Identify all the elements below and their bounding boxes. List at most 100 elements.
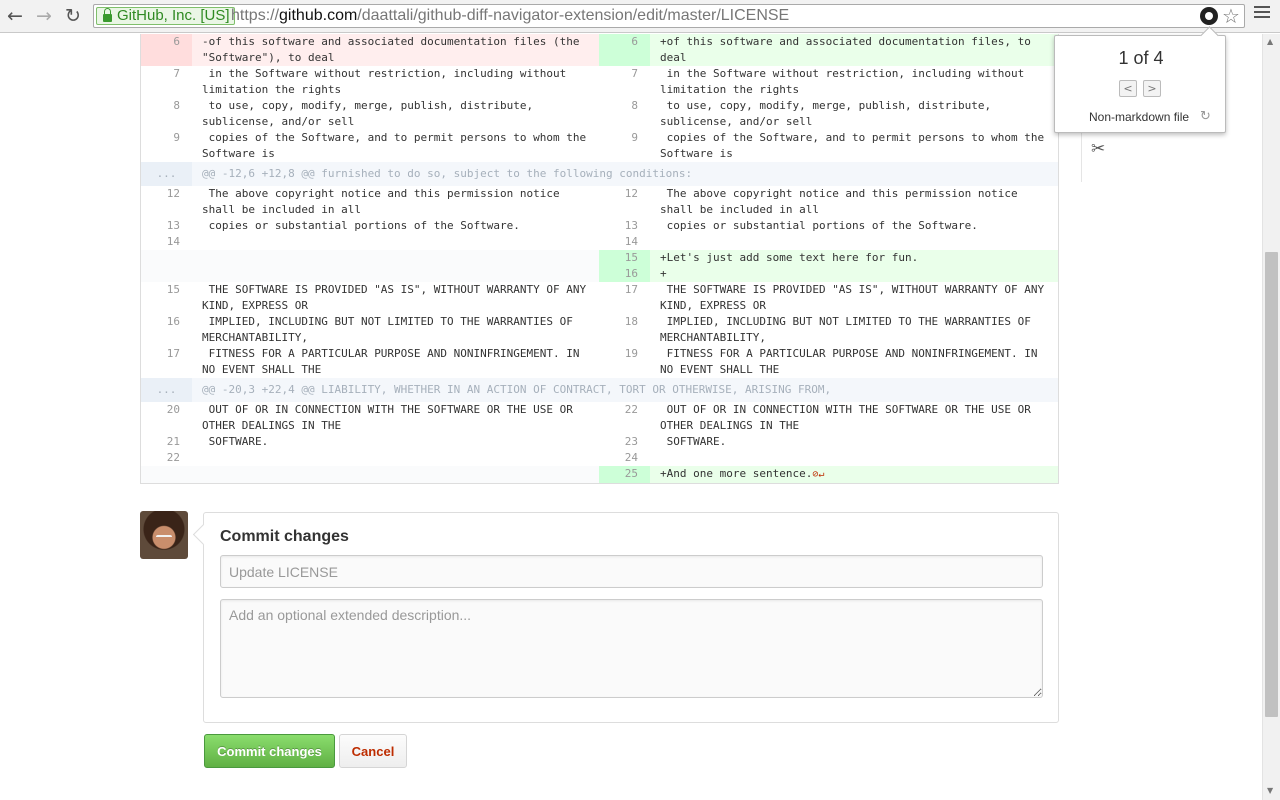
line-number[interactable]: 12 [141, 186, 192, 218]
line-number[interactable]: 16 [599, 266, 650, 282]
diff-cell-right: 17 THE SOFTWARE IS PROVIDED "AS IS", WIT… [599, 282, 1058, 314]
line-number[interactable]: 16 [141, 314, 192, 346]
line-number[interactable]: 6 [141, 34, 192, 66]
line-number[interactable]: 21 [141, 434, 192, 450]
line-number[interactable]: 12 [599, 186, 650, 218]
line-number[interactable]: 15 [599, 250, 650, 266]
diff-cell-left: 22 [141, 450, 599, 466]
refresh-icon[interactable]: ↻ [1200, 109, 1211, 124]
line-number[interactable]: 15 [141, 282, 192, 314]
line-number[interactable]: 8 [141, 98, 192, 130]
diff-cell-left: 12 The above copyright notice and this p… [141, 186, 599, 218]
no-newline-icon: ⊘↵ [812, 469, 825, 480]
diff-row: 9 copies of the Software, and to permit … [141, 130, 1058, 162]
diff-cell-right: 13 copies or substantial portions of the… [599, 218, 1058, 234]
code-text: copies of the Software, and to permit pe… [202, 131, 593, 160]
back-icon[interactable]: ← [4, 5, 26, 27]
scroll-down-icon[interactable]: ▼ [1267, 786, 1273, 795]
diff-cell-right: 24 [599, 450, 1058, 466]
code-text: THE SOFTWARE IS PROVIDED "AS IS", WITHOU… [660, 283, 1051, 312]
line-number[interactable]: 19 [599, 346, 650, 378]
scrollbar-thumb[interactable] [1265, 252, 1278, 717]
tools-icon[interactable]: ✂ [1091, 139, 1105, 159]
next-diff-button[interactable]: > [1143, 80, 1161, 97]
line-number[interactable]: 7 [141, 66, 192, 98]
cancel-button[interactable]: Cancel [339, 734, 407, 768]
line-number[interactable]: 13 [599, 218, 650, 234]
diff-count: 1 of 4 [1118, 48, 1164, 68]
url-text[interactable]: https://github.com/daattali/github-diff-… [231, 7, 789, 25]
code-line: FITNESS FOR A PARTICULAR PURPOSE AND NON… [650, 346, 1058, 378]
code-text: copies or substantial portions of the So… [202, 219, 520, 232]
reload-icon[interactable]: ↻ [62, 5, 84, 27]
line-number[interactable]: 22 [141, 450, 192, 466]
code-line [192, 466, 599, 483]
lock-icon [103, 8, 112, 22]
code-line: to use, copy, modify, merge, publish, di… [650, 98, 1058, 130]
diff-row: 13 copies or substantial portions of the… [141, 218, 1058, 234]
address-bar[interactable]: GitHub, Inc. [US] https://github.com/daa… [93, 4, 1245, 28]
line-number[interactable]: 9 [141, 130, 192, 162]
line-number[interactable]: 13 [141, 218, 192, 234]
hunk-header-text: @@ -12,6 +12,8 @@ furnished to do so, su… [202, 167, 693, 180]
diff-cell-right: 23 SOFTWARE. [599, 434, 1058, 450]
line-number[interactable]: 14 [141, 234, 192, 250]
line-number[interactable]: 18 [599, 314, 650, 346]
forward-icon[interactable]: → [33, 5, 55, 27]
line-number[interactable]: 17 [599, 282, 650, 314]
code-text: +of this software and associated documen… [660, 35, 1038, 64]
code-line: in the Software without restriction, inc… [650, 66, 1058, 98]
code-line: copies or substantial portions of the So… [650, 218, 1058, 234]
code-text: SOFTWARE. [660, 435, 727, 448]
code-line: SOFTWARE. [650, 434, 1058, 450]
diff-row: 25 +And one more sentence.⊘↵ [141, 466, 1058, 483]
ev-certificate-badge[interactable]: GitHub, Inc. [US] [96, 7, 235, 25]
line-number[interactable]: 22 [599, 402, 650, 434]
prev-diff-button[interactable]: < [1119, 80, 1137, 97]
diff-navigator-popup: 1 of 4 < > Non-markdown file ↻ [1054, 35, 1226, 133]
diff-cell-right: 18 IMPLIED, INCLUDING BUT NOT LIMITED TO… [599, 314, 1058, 346]
diff-cell-right: 9 copies of the Software, and to permit … [599, 130, 1058, 162]
code-line: in the Software without restriction, inc… [192, 66, 599, 98]
commit-summary-input[interactable] [220, 555, 1043, 588]
diff-cell-left: 14 [141, 234, 599, 250]
code-line: The above copyright notice and this perm… [192, 186, 599, 218]
line-number[interactable] [141, 466, 192, 483]
diff-row: 17 FITNESS FOR A PARTICULAR PURPOSE AND … [141, 346, 1058, 378]
line-number[interactable]: 24 [599, 450, 650, 466]
url-host: github.com [279, 7, 358, 24]
code-line: OUT OF OR IN CONNECTION WITH THE SOFTWAR… [650, 402, 1058, 434]
line-number[interactable]: 6 [599, 34, 650, 66]
menu-icon[interactable] [1254, 6, 1270, 21]
line-number[interactable] [141, 250, 192, 266]
line-number[interactable]: 23 [599, 434, 650, 450]
code-line: +Let's just add some text here for fun. [650, 250, 1058, 266]
url-prefix: https:// [231, 7, 280, 24]
code-text: OUT OF OR IN CONNECTION WITH THE SOFTWAR… [660, 403, 1038, 432]
line-number[interactable]: 17 [141, 346, 192, 378]
hunk-header-text: @@ -20,3 +22,4 @@ LIABILITY, WHETHER IN … [202, 383, 832, 396]
diff-cell-left: 7 in the Software without restriction, i… [141, 66, 599, 98]
code-text: in the Software without restriction, inc… [660, 67, 1031, 96]
commit-description-input[interactable] [220, 599, 1043, 698]
line-number[interactable]: 9 [599, 130, 650, 162]
line-number[interactable]: 14 [599, 234, 650, 250]
expand-hunk-marker[interactable]: ... [141, 378, 192, 402]
code-text: to use, copy, modify, merge, publish, di… [202, 99, 540, 128]
bookmark-star-icon[interactable]: ☆ [1222, 4, 1240, 28]
github-extension-icon[interactable] [1200, 7, 1218, 25]
line-number[interactable]: 7 [599, 66, 650, 98]
code-text: in the Software without restriction, inc… [202, 67, 573, 96]
expand-hunk-marker[interactable]: ... [141, 162, 192, 186]
page-content: 6 -of this software and associated docume… [0, 34, 1262, 800]
page-scrollbar[interactable]: ▲ ▼ [1262, 34, 1280, 800]
line-number[interactable] [141, 266, 192, 282]
commit-changes-button[interactable]: Commit changes [204, 734, 335, 768]
code-line: OUT OF OR IN CONNECTION WITH THE SOFTWAR… [192, 402, 599, 434]
code-text: copies or substantial portions of the So… [660, 219, 978, 232]
line-number[interactable]: 25 [599, 466, 650, 483]
sidebar-divider [1081, 132, 1082, 182]
line-number[interactable]: 20 [141, 402, 192, 434]
scroll-up-icon[interactable]: ▲ [1267, 37, 1273, 46]
line-number[interactable]: 8 [599, 98, 650, 130]
